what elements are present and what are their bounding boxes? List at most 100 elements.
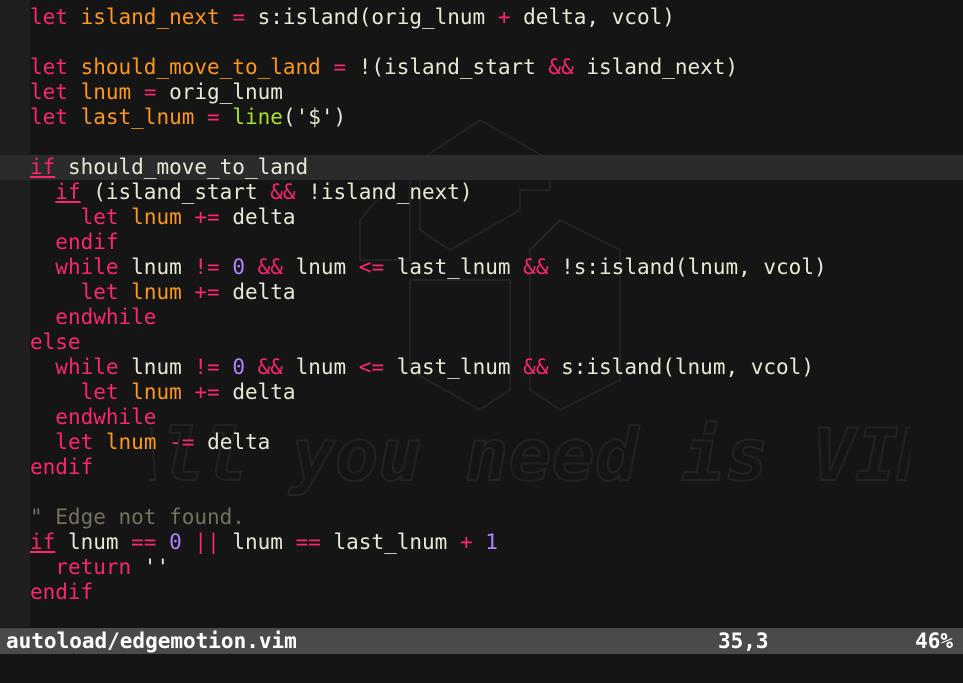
code-buffer[interactable]: let island_next = s:island(orig_lnum + d… — [0, 5, 963, 627]
code-token: delta — [219, 280, 296, 304]
code-token: -= — [169, 430, 195, 454]
code-line[interactable]: let last_lnum = line('$') — [0, 105, 963, 130]
code-token: endif — [30, 580, 94, 604]
code-line[interactable]: let lnum = orig_lnum — [0, 80, 963, 105]
code-token: = — [232, 5, 245, 29]
code-line[interactable] — [0, 605, 963, 627]
code-token: != — [194, 355, 220, 379]
code-line[interactable]: endif — [0, 580, 963, 605]
code-line[interactable]: if (island_start && !island_next) — [0, 180, 963, 205]
code-token: if — [30, 530, 56, 554]
code-token: let — [30, 105, 68, 129]
code-token: let — [80, 205, 119, 229]
code-token: && — [548, 55, 574, 79]
code-token: != — [194, 255, 220, 279]
code-line[interactable] — [0, 480, 963, 505]
code-token: lnum — [55, 530, 132, 554]
code-token: && — [523, 355, 549, 379]
code-token: endwhile — [55, 405, 157, 429]
code-token: lnum — [282, 255, 359, 279]
code-line[interactable]: let lnum += delta — [0, 280, 963, 305]
code-line[interactable]: while lnum != 0 && lnum <= last_lnum && … — [0, 255, 963, 280]
code-line[interactable]: " Edge not found. — [0, 505, 963, 530]
command-line[interactable] — [0, 654, 963, 683]
code-token: && — [257, 355, 283, 379]
code-token: while — [55, 255, 119, 279]
code-token: 0 — [232, 255, 245, 279]
code-line[interactable]: let lnum += delta — [0, 380, 963, 405]
code-token: 0 — [169, 530, 182, 554]
code-token: s:island(lnum, vcol) — [548, 355, 814, 379]
code-token: lnum — [282, 355, 359, 379]
code-line[interactable]: if lnum == 0 || lnum == last_lnum + 1 — [0, 530, 963, 555]
code-line[interactable]: let should_move_to_land = !(island_start… — [0, 55, 963, 80]
code-line[interactable]: if should_move_to_land — [0, 155, 963, 180]
status-cursor-position: 35,3 — [718, 629, 769, 653]
code-token: 0 — [232, 355, 245, 379]
code-token: && — [523, 255, 549, 279]
code-token: if — [55, 180, 81, 204]
code-token: lnum — [131, 380, 182, 404]
code-line[interactable]: let lnum -= delta — [0, 430, 963, 455]
code-token: lnum — [105, 430, 157, 454]
code-token: delta — [194, 430, 271, 454]
code-token: if — [30, 155, 56, 179]
code-line[interactable]: else — [0, 330, 963, 355]
editor-pane[interactable]: All you need is VIM let island_next = s:… — [0, 0, 963, 627]
code-token: last_lnum — [80, 105, 195, 129]
code-token: orig_lnum — [156, 80, 283, 104]
code-token: !(island_start — [346, 55, 549, 79]
code-token: && — [270, 180, 296, 204]
code-line[interactable]: endif — [0, 230, 963, 255]
code-token: 1 — [485, 530, 498, 554]
code-token: island_next — [80, 5, 220, 29]
code-token: delta — [219, 205, 296, 229]
code-token: should_move_to_land — [55, 155, 309, 179]
code-token: last_lnum — [320, 530, 460, 554]
code-token: <= — [358, 355, 385, 379]
code-token: == — [295, 530, 321, 554]
code-line[interactable]: endwhile — [0, 305, 963, 330]
code-line[interactable] — [0, 30, 963, 55]
code-line[interactable]: endif — [0, 455, 963, 480]
code-token: lnum — [131, 205, 182, 229]
code-token: '' — [131, 555, 170, 579]
code-token: " Edge not found. — [30, 505, 245, 529]
code-line[interactable]: let island_next = s:island(orig_lnum + d… — [0, 5, 963, 30]
code-line[interactable]: endwhile — [0, 405, 963, 430]
code-line[interactable]: let lnum += delta — [0, 205, 963, 230]
code-line[interactable] — [0, 130, 963, 155]
code-token: !s:island(lnum, vcol) — [548, 255, 827, 279]
code-line[interactable]: return '' — [0, 555, 963, 580]
code-token: = — [333, 55, 347, 79]
code-token: endif — [55, 230, 119, 254]
code-token: line — [232, 105, 283, 129]
code-token: let — [55, 430, 94, 454]
code-token: let — [30, 80, 68, 104]
code-token: delta — [219, 380, 296, 404]
code-token: += — [194, 380, 220, 404]
code-token: + — [497, 5, 511, 29]
code-token: && — [257, 255, 283, 279]
code-token: return — [55, 555, 132, 579]
code-line[interactable]: while lnum != 0 && lnum <= last_lnum && … — [0, 355, 963, 380]
